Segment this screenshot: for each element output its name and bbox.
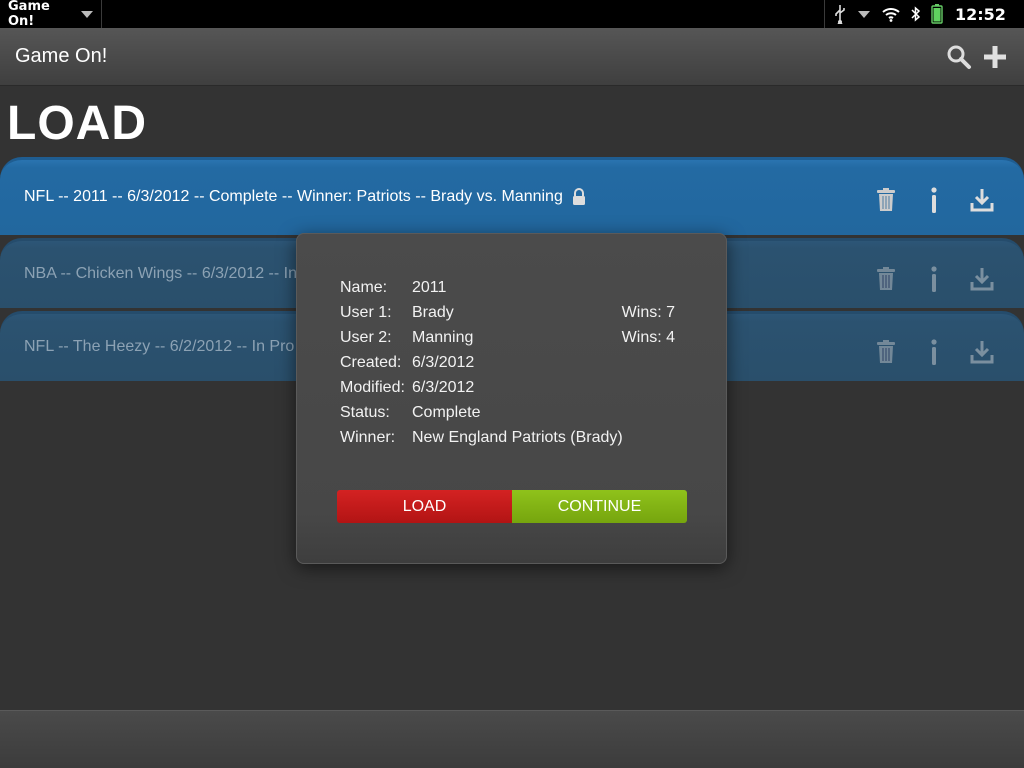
- detail-status: Status: Complete: [340, 404, 680, 429]
- detail-winner: Winner: New England Patriots (Brady): [340, 429, 680, 454]
- bottom-toolbar: [0, 710, 1024, 768]
- dialog-buttons: LOAD CONTINUE: [337, 490, 687, 524]
- chevron-down-icon: [81, 10, 93, 18]
- download-button[interactable]: [968, 265, 996, 293]
- detail-key: Created:: [340, 354, 402, 371]
- info-button[interactable]: [920, 265, 948, 293]
- header-actions: [938, 42, 1010, 72]
- add-button[interactable]: [980, 42, 1010, 72]
- info-icon: [931, 339, 937, 365]
- app-title: Game On!: [15, 45, 108, 67]
- download-button[interactable]: [968, 186, 996, 214]
- detail-value: 6/3/2012: [412, 354, 475, 371]
- detail-user2: User 2: Manning Wins: 4: [340, 329, 680, 354]
- status-bar: Game On! 12:52: [0, 0, 1024, 29]
- continue-button[interactable]: CONTINUE: [512, 490, 687, 523]
- detail-value: 2011: [412, 279, 447, 296]
- bluetooth-icon: [911, 6, 921, 22]
- info-button[interactable]: [920, 338, 948, 366]
- app-header: Game On!: [0, 28, 1024, 86]
- detail-value: New England Patriots (Brady): [412, 429, 623, 446]
- wifi-icon: [881, 6, 901, 22]
- lock-icon: [571, 188, 587, 206]
- detail-key: Name:: [340, 279, 388, 296]
- detail-wins: Wins: 7: [621, 304, 675, 321]
- load-button[interactable]: LOAD: [337, 490, 512, 523]
- info-icon: [931, 187, 937, 213]
- clock: 12:52: [955, 4, 1006, 24]
- search-icon: [947, 45, 971, 69]
- detail-key: User 2:: [340, 329, 392, 346]
- list-item-actions: [852, 186, 996, 214]
- trash-icon: [877, 340, 895, 363]
- detail-value: Brady: [412, 304, 454, 321]
- status-app-menu[interactable]: Game On!: [0, 0, 102, 29]
- list-item[interactable]: NFL -- 2011 -- 6/3/2012 -- Complete -- W…: [0, 157, 1024, 235]
- download-icon: [970, 189, 994, 212]
- info-button[interactable]: [920, 186, 948, 214]
- detail-user1: User 1: Brady Wins: 7: [340, 304, 680, 329]
- status-app-title: Game On!: [8, 0, 50, 29]
- list-item-text: NBA -- Chicken Wings -- 6/3/2012 -- In: [24, 265, 297, 282]
- download-icon: [970, 341, 994, 364]
- list-item-actions: [852, 338, 996, 366]
- battery-icon: [931, 4, 943, 24]
- trash-icon: [877, 188, 895, 211]
- detail-modified: Modified: 6/3/2012: [340, 379, 680, 404]
- game-details: Name: 2011 User 1: Brady Wins: 7 User 2:…: [340, 279, 680, 454]
- list-item-actions: [852, 265, 996, 293]
- list-item-label: NBA -- Chicken Wings -- 6/3/2012 -- In: [24, 265, 297, 283]
- delete-button[interactable]: [872, 265, 900, 293]
- list-item-text: NFL -- 2011 -- 6/3/2012 -- Complete -- W…: [24, 188, 563, 205]
- detail-value: Complete: [412, 404, 481, 421]
- plus-icon: [984, 46, 1006, 68]
- trash-icon: [877, 267, 895, 290]
- list-item-text: NFL -- The Heezy -- 6/2/2012 -- In Pro: [24, 338, 295, 355]
- game-details-dialog: Name: 2011 User 1: Brady Wins: 7 User 2:…: [296, 233, 727, 564]
- detail-key: Status:: [340, 404, 390, 421]
- detail-key: Modified:: [340, 379, 405, 396]
- delete-button[interactable]: [872, 186, 900, 214]
- page-title: LOAD: [7, 97, 147, 150]
- usb-icon: [833, 4, 847, 24]
- detail-key: User 1:: [340, 304, 392, 321]
- detail-created: Created: 6/3/2012: [340, 354, 680, 379]
- detail-value: 6/3/2012: [412, 379, 475, 396]
- list-item-label: NFL -- 2011 -- 6/3/2012 -- Complete -- W…: [24, 188, 587, 206]
- status-system-menu[interactable]: 12:52: [824, 0, 1024, 28]
- detail-name: Name: 2011: [340, 279, 680, 304]
- detail-key: Winner:: [340, 429, 396, 446]
- delete-button[interactable]: [872, 338, 900, 366]
- download-icon: [970, 268, 994, 291]
- info-icon: [931, 266, 937, 292]
- list-item-label: NFL -- The Heezy -- 6/2/2012 -- In Pro: [24, 338, 294, 356]
- search-button[interactable]: [944, 42, 974, 72]
- detail-value: Manning: [412, 329, 474, 346]
- detail-wins: Wins: 4: [621, 329, 675, 346]
- chevron-down-icon: [857, 9, 871, 19]
- download-button[interactable]: [968, 338, 996, 366]
